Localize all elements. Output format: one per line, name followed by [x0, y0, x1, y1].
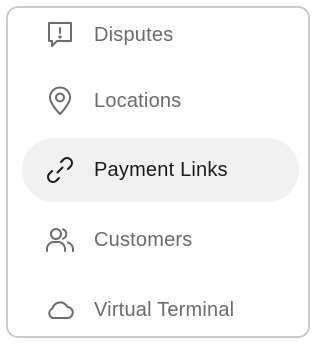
- menu-item-virtual-terminal[interactable]: Virtual Terminal: [22, 278, 299, 336]
- navigation-menu: Disputes Locations Payment Links Custome…: [6, 6, 310, 338]
- link-icon: [44, 154, 76, 186]
- menu-item-disputes[interactable]: Disputes: [22, 8, 299, 67]
- menu-item-payment-links[interactable]: Payment Links: [22, 138, 299, 202]
- menu-item-label: Disputes: [94, 23, 174, 46]
- menu-item-label: Payment Links: [94, 158, 228, 181]
- menu-item-locations[interactable]: Locations: [22, 69, 299, 133]
- menu-item-label: Customers: [94, 228, 193, 251]
- cloud-icon: [44, 294, 76, 326]
- menu-item-label: Locations: [94, 89, 182, 112]
- message-alert-icon: [44, 19, 76, 51]
- menu-item-customers[interactable]: Customers: [22, 208, 299, 272]
- map-pin-icon: [44, 85, 76, 117]
- menu-item-label: Virtual Terminal: [94, 298, 235, 321]
- users-icon: [44, 224, 76, 256]
